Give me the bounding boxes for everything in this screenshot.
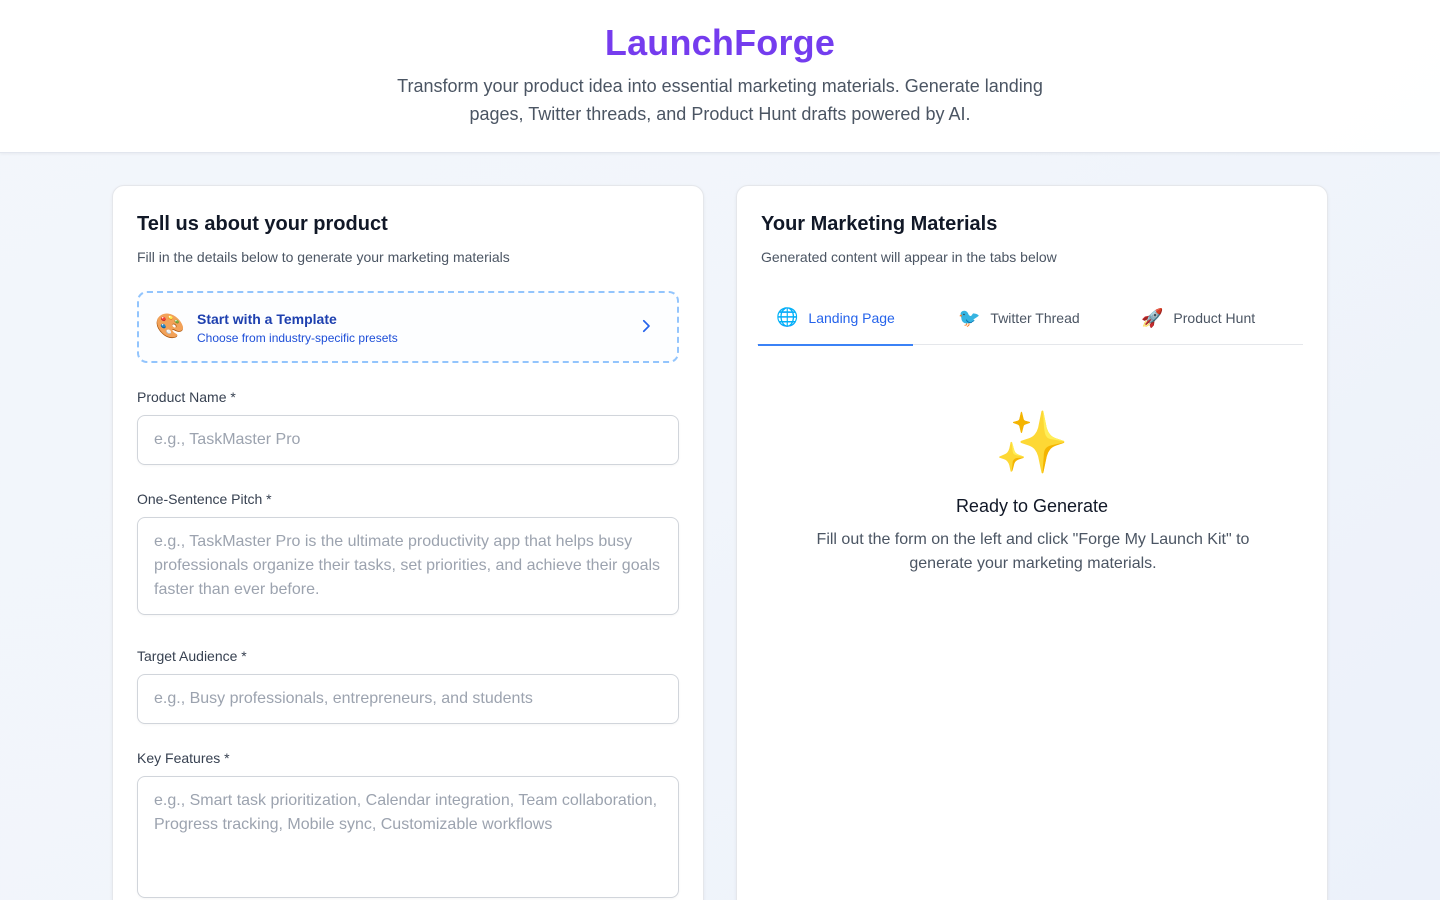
sparkles-icon: ✨: [994, 409, 1070, 476]
tab-label: Landing Page: [808, 309, 895, 326]
empty-state-text: Fill out the form on the left and click …: [816, 531, 1250, 572]
start-template-button[interactable]: 🎨 Start with a Template Choose from indu…: [137, 291, 679, 363]
features-textarea[interactable]: [137, 776, 679, 898]
template-subtitle: Choose from industry-specific presets: [197, 331, 398, 345]
product-form-card: Tell us about your product Fill in the d…: [112, 185, 704, 900]
features-label: Key Features *: [137, 750, 230, 766]
tab-label: Product Hunt: [1173, 310, 1256, 326]
chevron-right-icon: [642, 319, 650, 333]
output-title: Your Marketing Materials: [761, 213, 998, 235]
output-subtitle: Generated content will appear in the tab…: [761, 249, 1057, 265]
empty-state-title: Ready to Generate: [955, 496, 1109, 516]
tab-twitter-thread[interactable]: 🐦 Twitter Thread: [940, 291, 1098, 345]
pitch-textarea[interactable]: [137, 517, 679, 615]
rocket-icon: 🚀: [1141, 307, 1164, 328]
audience-input[interactable]: [137, 674, 679, 724]
form-subtitle: Fill in the details below to generate yo…: [137, 249, 510, 265]
form-title: Tell us about your product: [137, 213, 388, 235]
audience-label: Target Audience *: [137, 648, 247, 664]
bird-icon: 🐦: [958, 307, 981, 328]
tab-landing-page[interactable]: 🌐 Landing Page: [758, 291, 913, 346]
product-name-label: Product Name *: [137, 389, 236, 405]
brand-title: LaunchForge: [0, 22, 1440, 64]
pitch-label: One-Sentence Pitch *: [137, 491, 272, 507]
app-header: LaunchForge Transform your product idea …: [0, 0, 1440, 153]
globe-icon: 🌐: [776, 307, 799, 327]
template-title: Start with a Template: [197, 311, 337, 327]
palette-icon: 🎨: [155, 313, 185, 340]
tab-product-hunt[interactable]: 🚀 Product Hunt: [1123, 291, 1273, 345]
marketing-output-card: Your Marketing Materials Generated conte…: [736, 185, 1328, 900]
product-name-input[interactable]: [137, 415, 679, 465]
output-tabs: 🌐 Landing Page 🐦 Twitter Thread 🚀 Produc…: [757, 291, 1303, 346]
brand-tagline: Transform your product idea into essenti…: [397, 76, 1043, 124]
tab-label: Twitter Thread: [990, 310, 1080, 326]
